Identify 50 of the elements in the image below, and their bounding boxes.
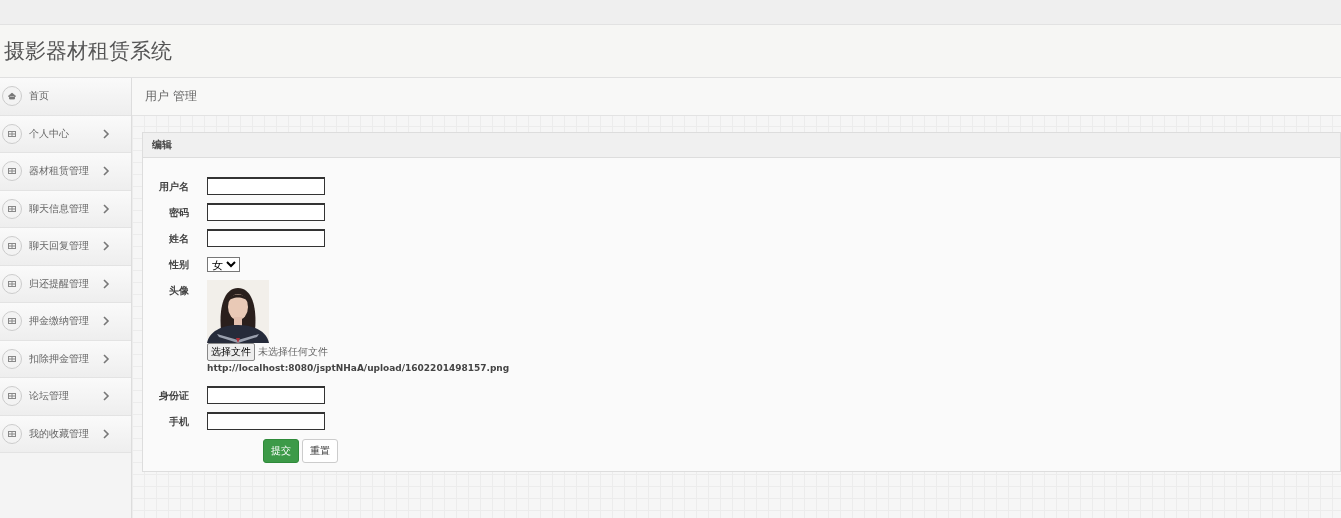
home-icon bbox=[2, 86, 22, 107]
chevron-icon bbox=[102, 128, 110, 139]
grid-icon bbox=[2, 198, 22, 219]
sidebar-item[interactable]: 首页 bbox=[0, 78, 131, 116]
panel-title: 编辑 bbox=[152, 138, 172, 152]
sidebar-item[interactable]: 扣除押金管理 bbox=[0, 340, 131, 378]
grid-icon bbox=[2, 423, 22, 444]
sidebar-item[interactable]: 器材租赁管理 bbox=[0, 153, 131, 191]
sidebar-item[interactable]: 聊天回复管理 bbox=[0, 228, 131, 266]
chevron-icon bbox=[102, 241, 110, 252]
grid-icon bbox=[2, 311, 22, 332]
sidebar-item[interactable]: 我的收藏管理 bbox=[0, 415, 131, 453]
text-field[interactable] bbox=[207, 386, 325, 404]
gender-select[interactable]: 女 bbox=[207, 257, 240, 272]
grid-icon bbox=[2, 236, 22, 257]
file-status: 未选择任何文件 bbox=[258, 345, 328, 359]
choose-file-button[interactable]: 选择文件 bbox=[207, 343, 255, 361]
image-url: http://localhost:8080/jsptNHaA/upload/1602201498157.png bbox=[207, 363, 510, 373]
chevron-icon bbox=[102, 203, 110, 214]
text-field[interactable] bbox=[207, 412, 325, 430]
field-label: 姓名 bbox=[168, 232, 189, 246]
chevron-icon bbox=[102, 428, 110, 439]
chevron-icon bbox=[102, 391, 110, 402]
sidebar-item[interactable]: 论坛管理 bbox=[0, 378, 131, 416]
field-label: 性别 bbox=[167, 258, 189, 272]
text-field[interactable] bbox=[207, 229, 325, 247]
grid-icon bbox=[2, 161, 22, 182]
sidebar-item[interactable]: 归还提醒管理 bbox=[0, 265, 131, 303]
text-field[interactable] bbox=[207, 203, 325, 221]
reset-button[interactable]: 重置 bbox=[302, 439, 338, 463]
field-label: 身份证 bbox=[158, 389, 189, 403]
field-label: 手机 bbox=[168, 415, 189, 429]
chevron-icon bbox=[102, 353, 110, 364]
grid-icon bbox=[2, 273, 22, 294]
text-field[interactable] bbox=[207, 177, 325, 195]
breadcrumb: 用户 管理 bbox=[145, 88, 197, 105]
sidebar-item[interactable]: 押金缴纳管理 bbox=[0, 303, 131, 341]
submit-button[interactable]: 提交 bbox=[263, 439, 299, 463]
chevron-icon bbox=[102, 316, 110, 327]
field-label: 密码 bbox=[168, 206, 189, 220]
grid-icon bbox=[2, 386, 22, 407]
field-label: 头像 bbox=[168, 284, 189, 298]
grid-icon bbox=[2, 348, 22, 369]
chevron-icon bbox=[102, 166, 110, 177]
app-title: 摄影器材租赁系统 bbox=[4, 38, 172, 65]
chevron-icon bbox=[102, 278, 110, 289]
sidebar-item[interactable]: 聊天信息管理 bbox=[0, 190, 131, 228]
grid-icon bbox=[2, 123, 22, 144]
sidebar-item[interactable]: 个人中心 bbox=[0, 115, 131, 153]
field-label: 用户名 bbox=[158, 180, 189, 194]
